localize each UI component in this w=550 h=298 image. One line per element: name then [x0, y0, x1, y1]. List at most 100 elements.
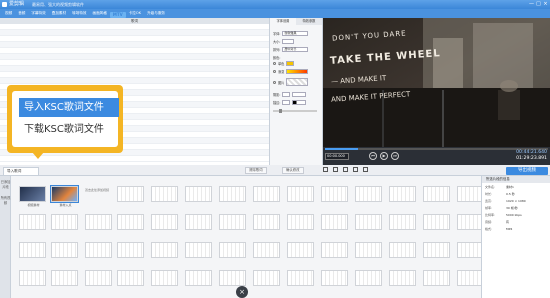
effects-icon[interactable]: [363, 167, 368, 172]
rail-added-clips[interactable]: 已添加片段: [0, 176, 11, 192]
gradient-swatch[interactable]: [286, 69, 309, 74]
tab-effect-params[interactable]: 特效参数: [296, 18, 322, 25]
stroke-color-swatch[interactable]: [292, 100, 307, 105]
empty-clip-slot[interactable]: [151, 242, 178, 258]
tab-mtv[interactable]: MTV: [109, 11, 126, 18]
size-select[interactable]: [282, 39, 295, 44]
empty-clip-slot[interactable]: [219, 186, 246, 202]
minimize-button[interactable]: —: [529, 1, 534, 7]
empty-clip-slot[interactable]: [51, 270, 78, 286]
empty-clip-slot[interactable]: [85, 270, 112, 286]
empty-clip-slot[interactable]: [85, 242, 112, 258]
empty-clip-slot[interactable]: [219, 242, 246, 258]
tab-karaoke[interactable]: 卡拉OK: [126, 9, 144, 18]
fill-gradient-radio[interactable]: [273, 70, 276, 73]
empty-clip-slot[interactable]: [457, 214, 481, 230]
empty-clip-slot[interactable]: [457, 242, 481, 258]
import-lyrics-tab[interactable]: 导入歌词: [3, 167, 39, 176]
empty-clip-slot[interactable]: [287, 186, 314, 202]
empty-clip-slot[interactable]: [423, 270, 450, 286]
empty-clip-slot[interactable]: [117, 270, 144, 286]
empty-clip-slot[interactable]: [253, 242, 280, 258]
opacity-slider[interactable]: [273, 109, 317, 113]
empty-clip-slot[interactable]: [321, 186, 348, 202]
empty-clip-slot[interactable]: [287, 242, 314, 258]
empty-clip-slot[interactable]: [185, 214, 212, 230]
texture-swatch[interactable]: [286, 78, 309, 86]
export-video-button[interactable]: 导出视频: [506, 167, 548, 175]
empty-clip-slot[interactable]: [117, 214, 144, 230]
empty-clip-slot[interactable]: [423, 186, 450, 202]
empty-clip-slot[interactable]: [389, 214, 416, 230]
clip-2[interactable]: 素材入点: [50, 185, 79, 207]
tab-overlay[interactable]: 叠加素材: [49, 9, 69, 18]
empty-clip-slot[interactable]: [253, 186, 280, 202]
close-icon[interactable]: ×: [236, 286, 248, 298]
empty-clip-slot[interactable]: [85, 214, 112, 230]
align-select[interactable]: 居中对齐: [282, 47, 309, 52]
empty-clip-slot[interactable]: [287, 270, 314, 286]
prev-frame-button[interactable]: ⏮: [369, 152, 377, 160]
empty-clip-slot[interactable]: [185, 186, 212, 202]
empty-clip-slot[interactable]: [51, 214, 78, 230]
empty-clip-slot[interactable]: [355, 186, 382, 202]
empty-clip-slot[interactable]: [253, 270, 280, 286]
empty-clip-slot[interactable]: [321, 270, 348, 286]
crop-icon[interactable]: [343, 167, 348, 172]
empty-clip-slot[interactable]: [457, 186, 481, 202]
fill-texture-radio[interactable]: [273, 80, 276, 84]
empty-clip-slot[interactable]: [355, 242, 382, 258]
settings-icon[interactable]: [353, 167, 358, 172]
maximize-button[interactable]: □: [536, 1, 541, 7]
play-button[interactable]: ▶: [380, 152, 388, 160]
rail-all-videos[interactable]: 所有视频: [0, 192, 11, 208]
empty-clip-slot[interactable]: [253, 214, 280, 230]
empty-clip-slot[interactable]: [287, 214, 314, 230]
empty-clip-slot[interactable]: [19, 214, 46, 230]
empty-clip-slot[interactable]: [151, 186, 178, 202]
solid-color-swatch[interactable]: [286, 61, 295, 66]
font-select[interactable]: 微软雅黑: [282, 31, 309, 36]
shadow-color-swatch[interactable]: [292, 92, 307, 97]
video-preview[interactable]: DON'T YOU DARE TAKE THE WHEEL — AND MAKE…: [323, 18, 550, 147]
tab-transitions[interactable]: 转场特效: [69, 9, 89, 18]
empty-clip-slot[interactable]: [151, 270, 178, 286]
empty-clip-slot[interactable]: [389, 270, 416, 286]
folder-icon[interactable]: [323, 167, 328, 172]
empty-clip-slot[interactable]: [19, 242, 46, 258]
save-icon[interactable]: [333, 167, 338, 172]
seek-bar[interactable]: [325, 148, 548, 150]
tab-video[interactable]: 视频: [2, 9, 15, 18]
empty-clip-slot[interactable]: [355, 270, 382, 286]
empty-clip-slot[interactable]: [457, 270, 481, 286]
tab-upgrade[interactable]: 升级与服务: [144, 9, 168, 18]
menu-import-ksc[interactable]: 导入KSC歌词文件: [19, 98, 119, 117]
empty-clip-slot[interactable]: [423, 242, 450, 258]
time-input[interactable]: 00:00.000: [325, 153, 349, 160]
empty-clip-slot[interactable]: [219, 270, 246, 286]
empty-clip-slot[interactable]: [389, 242, 416, 258]
stroke-select[interactable]: [282, 100, 291, 105]
empty-clip-slot[interactable]: [151, 214, 178, 230]
empty-clip-slot[interactable]: [219, 214, 246, 230]
close-button[interactable]: ×: [543, 1, 548, 7]
empty-clip-slot[interactable]: [321, 242, 348, 258]
tab-subtitle-effects[interactable]: 字幕特效: [28, 9, 48, 18]
shadow-select[interactable]: [282, 92, 291, 97]
empty-clip-slot[interactable]: [355, 214, 382, 230]
menu-download-ksc[interactable]: 下载KSC歌词文件: [19, 120, 119, 139]
empty-clip-slot[interactable]: [423, 214, 450, 230]
clip-1[interactable]: 视频素材: [19, 186, 46, 207]
next-frame-button[interactable]: ⏭: [391, 152, 399, 160]
empty-clip-slot[interactable]: [51, 242, 78, 258]
empty-clip-slot[interactable]: [185, 242, 212, 258]
empty-clip-slot[interactable]: [19, 270, 46, 286]
confirm-button[interactable]: 确认修改: [282, 167, 304, 174]
empty-clip-slot[interactable]: [117, 242, 144, 258]
add-clip-placeholder[interactable]: 双击此处添加视频: [85, 188, 109, 192]
tab-font-settings[interactable]: 字体设置: [270, 18, 296, 25]
empty-clip-slot[interactable]: [185, 270, 212, 286]
empty-clip-slot[interactable]: [117, 186, 144, 202]
empty-clip-slot[interactable]: [321, 214, 348, 230]
tab-audio[interactable]: 音频: [15, 9, 28, 18]
